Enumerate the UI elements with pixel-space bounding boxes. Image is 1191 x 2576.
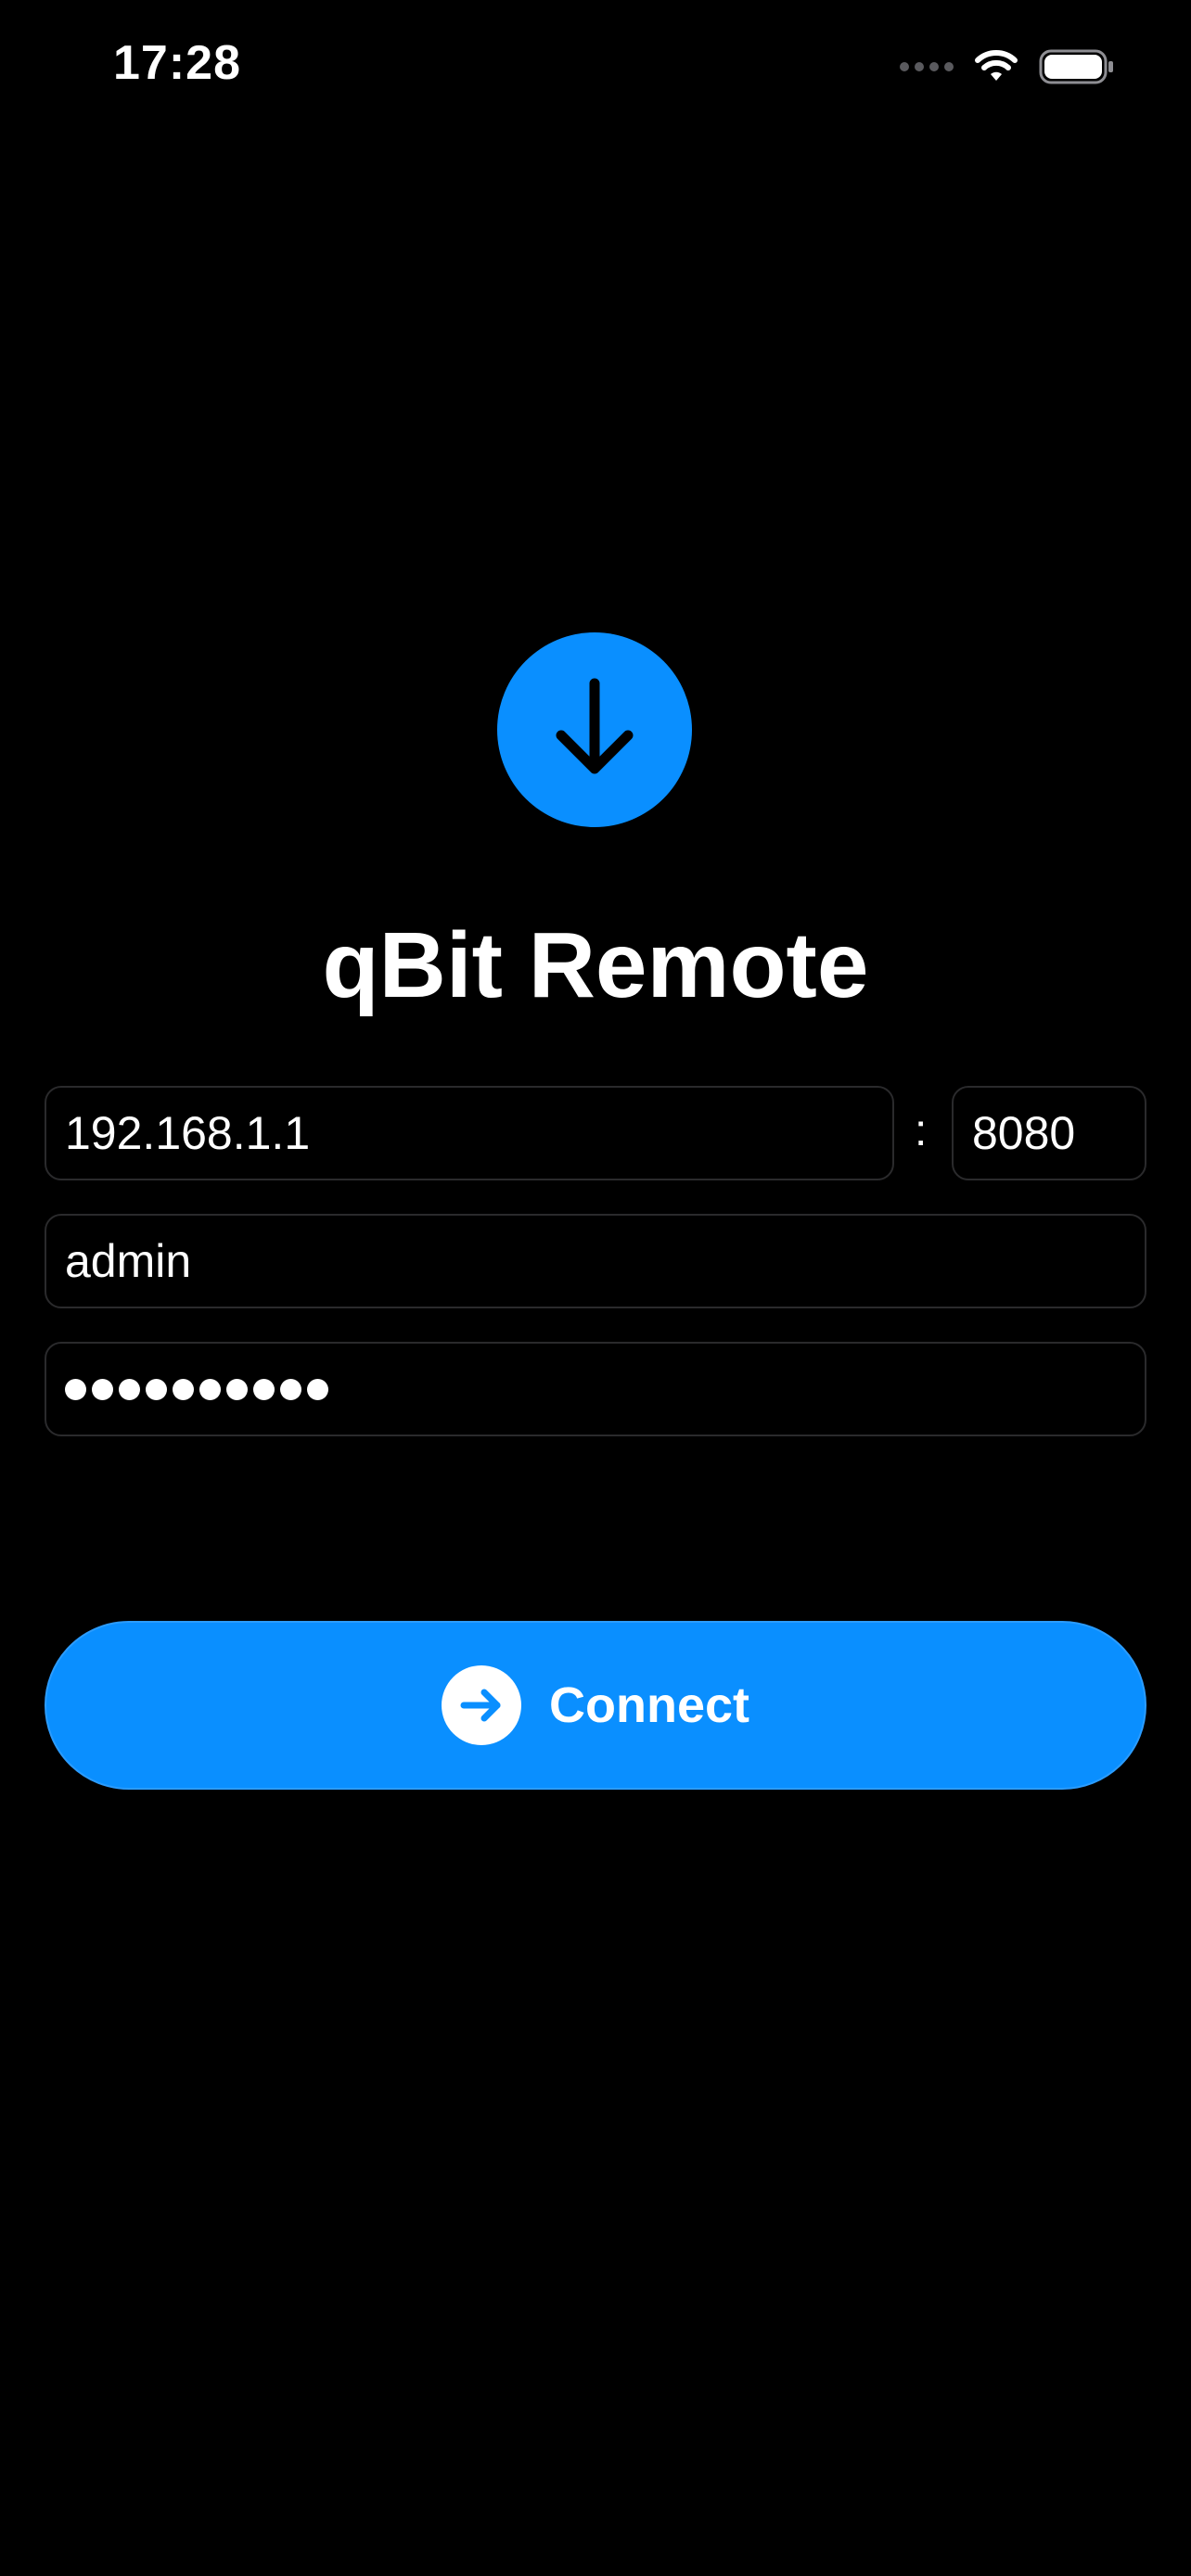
port-input[interactable] <box>972 1106 1145 1160</box>
status-icons <box>900 48 1115 85</box>
connect-button[interactable]: Connect <box>45 1621 1146 1790</box>
wifi-icon <box>975 50 1018 81</box>
port-separator: : <box>915 1106 928 1155</box>
password-dot <box>226 1378 248 1400</box>
username-field[interactable] <box>45 1214 1146 1308</box>
password-dot <box>307 1378 328 1400</box>
password-dot <box>65 1378 86 1400</box>
password-dot <box>280 1378 301 1400</box>
battery-icon <box>1039 49 1113 84</box>
username-input[interactable] <box>65 1234 1145 1288</box>
password-dot <box>199 1378 221 1400</box>
host-input[interactable] <box>65 1106 892 1160</box>
password-dot <box>173 1378 194 1400</box>
connect-button-label: Connect <box>549 1677 749 1733</box>
host-field[interactable] <box>45 1086 894 1180</box>
cellular-signal-icon <box>900 62 954 71</box>
password-dot <box>119 1378 140 1400</box>
password-field[interactable] <box>45 1342 1146 1436</box>
password-dot <box>92 1378 113 1400</box>
password-dot <box>253 1378 275 1400</box>
app-logo <box>497 632 692 827</box>
status-time: 17:28 <box>113 36 241 90</box>
port-field[interactable] <box>952 1086 1146 1180</box>
password-masked-value <box>65 1378 328 1400</box>
app-title: qBit Remote <box>322 913 869 1017</box>
arrow-down-icon <box>556 678 634 774</box>
password-dot <box>146 1378 167 1400</box>
arrow-right-circle-icon <box>442 1665 521 1745</box>
